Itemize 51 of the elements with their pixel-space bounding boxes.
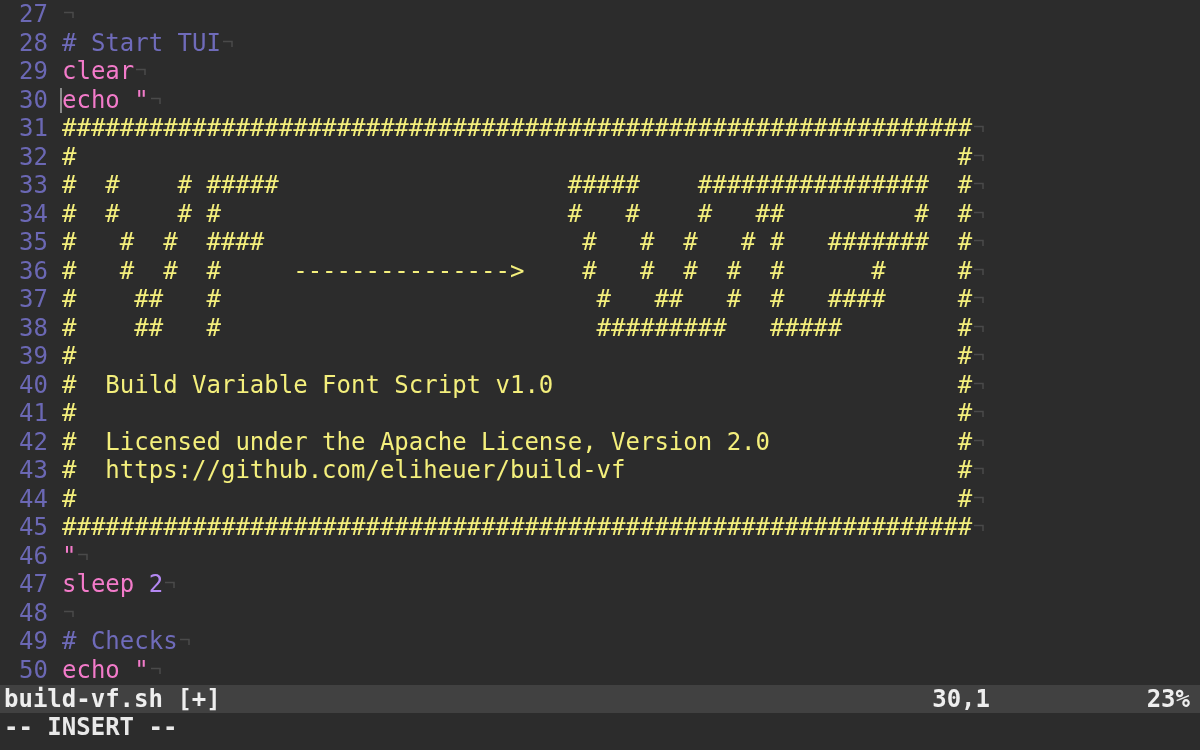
line-number: 47 [18,570,48,599]
code-text: # Licensed under the Apache License, Version 2.0 # [62,427,973,456]
line-number: 29 [18,57,48,86]
code-text: # ## # # ## # # #### # [62,285,973,314]
code-text: sleep [62,570,136,599]
code-text: # # [62,484,973,513]
line-number: 36 [18,256,48,285]
code-text: clear [62,57,135,86]
line-number: 37 [18,285,48,314]
line-number: 45 [18,513,48,542]
code-text: # # [62,399,973,428]
code-text: echo " [62,85,149,114]
line-number: 46 [18,541,48,570]
line-number: 35 [18,228,48,257]
line-number: 27 [18,0,48,29]
line-number: 30 [18,85,48,114]
line-number: 33 [18,171,48,200]
line-number: 41 [18,399,48,428]
line-number: 48 [18,598,48,627]
code-text: # # [62,142,973,171]
code-text: # # # ##### ##### ################ # [62,171,973,200]
code-text: # # [62,342,973,371]
code-text: ############################################################### [62,114,973,143]
code-text: # Checks [62,627,178,656]
line-number: 39 [18,342,48,371]
line-number: 49 [18,627,48,656]
line-number: 42 [18,427,48,456]
mode-indicator: -- INSERT -- [4,712,178,743]
line-number: 31 [18,114,48,143]
line-number: 32 [18,142,48,171]
code-text: # # # # ---------------> # # # # # # # [62,256,973,285]
code-text: # ## # ######### ##### # [62,313,973,342]
line-number: 44 [18,484,48,513]
line-number: 50 [18,655,48,684]
code-text: # # # # # # # ## # # [62,199,973,228]
code-text: # # # #### # # # # # ####### # [62,228,973,257]
line-number: 28 [18,28,48,57]
line-number: 43 [18,456,48,485]
code-text: ############################################################### [62,513,973,542]
file-name: build-vf.sh [+] [4,684,222,715]
code-text: # Start TUI [62,28,221,57]
code-text: " [62,541,77,570]
code-text: 2 [148,570,164,599]
line-number: 34 [18,199,48,228]
cursor-position: 30,1 [932,684,990,715]
line-number: 40 [18,370,48,399]
code-text: # Build Variable Font Script v1.0 # [62,370,973,399]
line-number: 38 [18,313,48,342]
code-text: # https://github.com/eliheuer/build-vf # [62,456,973,485]
code-text: echo " [62,655,149,684]
scroll-percent: 23% [1145,684,1190,715]
